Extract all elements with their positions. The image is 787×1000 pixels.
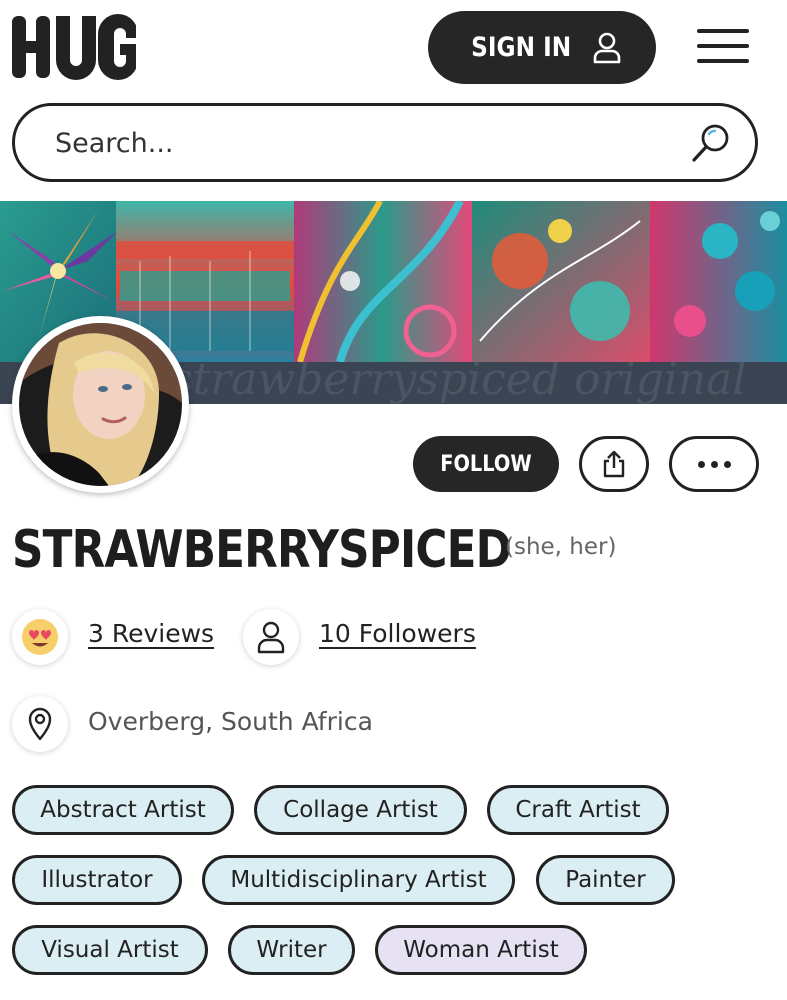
follow-button[interactable]: FOLLOW bbox=[413, 436, 559, 492]
search-input[interactable] bbox=[55, 124, 675, 162]
banner-watermark: strawberryspiced original bbox=[170, 362, 747, 404]
sign-in-button[interactable]: SIGN IN bbox=[428, 11, 656, 84]
tag-woman-artist[interactable]: Woman Artist bbox=[375, 925, 587, 975]
user-icon bbox=[593, 32, 621, 63]
followers-link[interactable]: 10 Followers bbox=[319, 619, 476, 648]
share-button[interactable] bbox=[579, 436, 649, 492]
reviews-link[interactable]: 3 Reviews bbox=[88, 619, 214, 648]
tag-writer[interactable]: Writer bbox=[228, 925, 355, 975]
hug-logo[interactable] bbox=[12, 14, 138, 80]
follow-label: FOLLOW bbox=[440, 451, 532, 477]
followers-user-icon bbox=[243, 609, 299, 665]
hamburger-menu-icon[interactable] bbox=[697, 29, 749, 65]
location-pin-icon bbox=[12, 696, 68, 752]
tag-multidisciplinary-artist[interactable]: Multidisciplinary Artist bbox=[202, 855, 515, 905]
tag-craft-artist[interactable]: Craft Artist bbox=[487, 785, 669, 835]
sign-in-label: SIGN IN bbox=[470, 32, 571, 63]
search-icon[interactable] bbox=[691, 122, 731, 164]
tag-abstract-artist[interactable]: Abstract Artist bbox=[12, 785, 234, 835]
heart-eyes-emoji-icon bbox=[12, 609, 68, 665]
ellipsis-icon bbox=[697, 460, 705, 468]
username: STRAWBERRYSPICED bbox=[12, 520, 512, 580]
profile-name-row: STRAWBERRYSPICED bbox=[12, 520, 578, 580]
location-text: Overberg, South Africa bbox=[88, 707, 373, 736]
hug-logo-mark bbox=[12, 14, 138, 80]
tag-visual-artist[interactable]: Visual Artist bbox=[12, 925, 208, 975]
share-icon bbox=[603, 450, 625, 478]
more-options-button[interactable] bbox=[669, 436, 759, 492]
avatar-photo bbox=[19, 323, 182, 486]
tag-collage-artist[interactable]: Collage Artist bbox=[254, 785, 467, 835]
search-bar bbox=[12, 103, 758, 182]
pronouns: (she, her) bbox=[505, 534, 617, 560]
profile-avatar bbox=[12, 316, 189, 493]
tag-painter[interactable]: Painter bbox=[536, 855, 675, 905]
tag-illustrator[interactable]: Illustrator bbox=[12, 855, 182, 905]
